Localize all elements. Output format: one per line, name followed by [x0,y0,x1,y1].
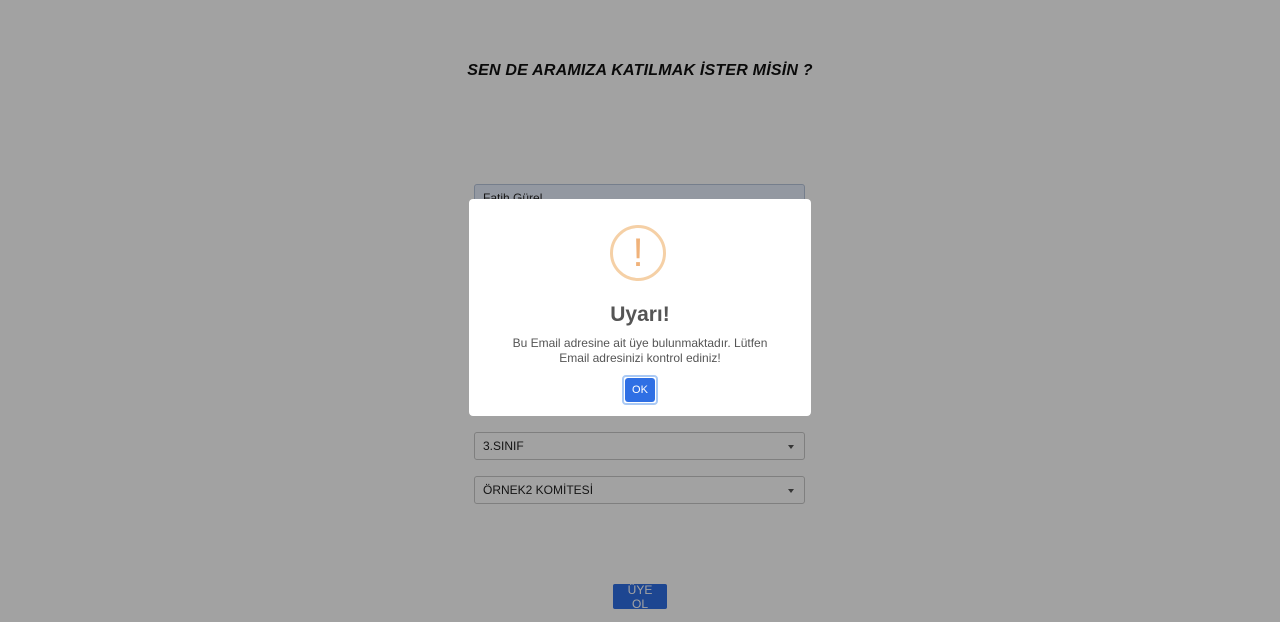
dialog-message: Bu Email adresine ait üye bulunmaktadır.… [512,336,768,365]
ok-button[interactable]: OK [625,378,655,402]
dialog-title: Uyarı! [610,303,670,326]
ok-button-focus-ring: OK [622,375,658,405]
alert-dialog: ! Uyarı! Bu Email adresine ait üye bulun… [469,199,811,416]
warning-icon: ! [610,225,666,281]
